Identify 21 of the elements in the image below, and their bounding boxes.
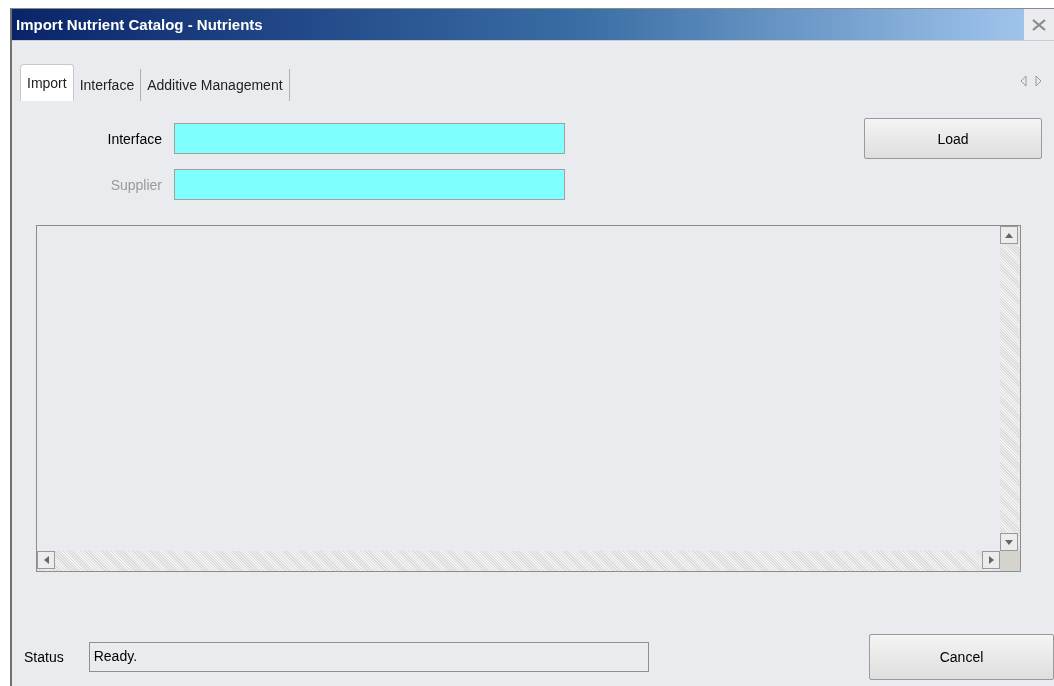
field-label: Supplier [109, 176, 162, 193]
window-title: Import Nutrient Catalog - Nutrients [16, 16, 263, 33]
tab[interactable]: Interface [73, 69, 142, 101]
down-arrow-icon[interactable] [1005, 539, 1013, 545]
tab[interactable]: Additive Management [141, 69, 290, 101]
size-grip [1000, 551, 1020, 571]
close-icon[interactable] [1032, 18, 1046, 31]
field-label: Interface [106, 130, 162, 147]
status-label: Status [24, 649, 64, 665]
scroll-right-icon[interactable] [1035, 75, 1042, 87]
load-button[interactable]: Load [864, 118, 1042, 159]
left-arrow-icon[interactable] [43, 556, 49, 564]
up-arrow-icon[interactable] [1005, 232, 1013, 238]
status-field: Ready. [88, 642, 649, 672]
tab[interactable]: Import [20, 64, 74, 101]
vertical-scrollbar[interactable] [1000, 226, 1020, 551]
horizontal-scrollbar[interactable] [37, 551, 1000, 571]
scroll-left-icon[interactable] [1020, 75, 1027, 87]
input-field[interactable] [174, 123, 565, 154]
cancel-button[interactable]: Cancel [869, 634, 1054, 680]
right-arrow-icon[interactable] [988, 556, 994, 564]
